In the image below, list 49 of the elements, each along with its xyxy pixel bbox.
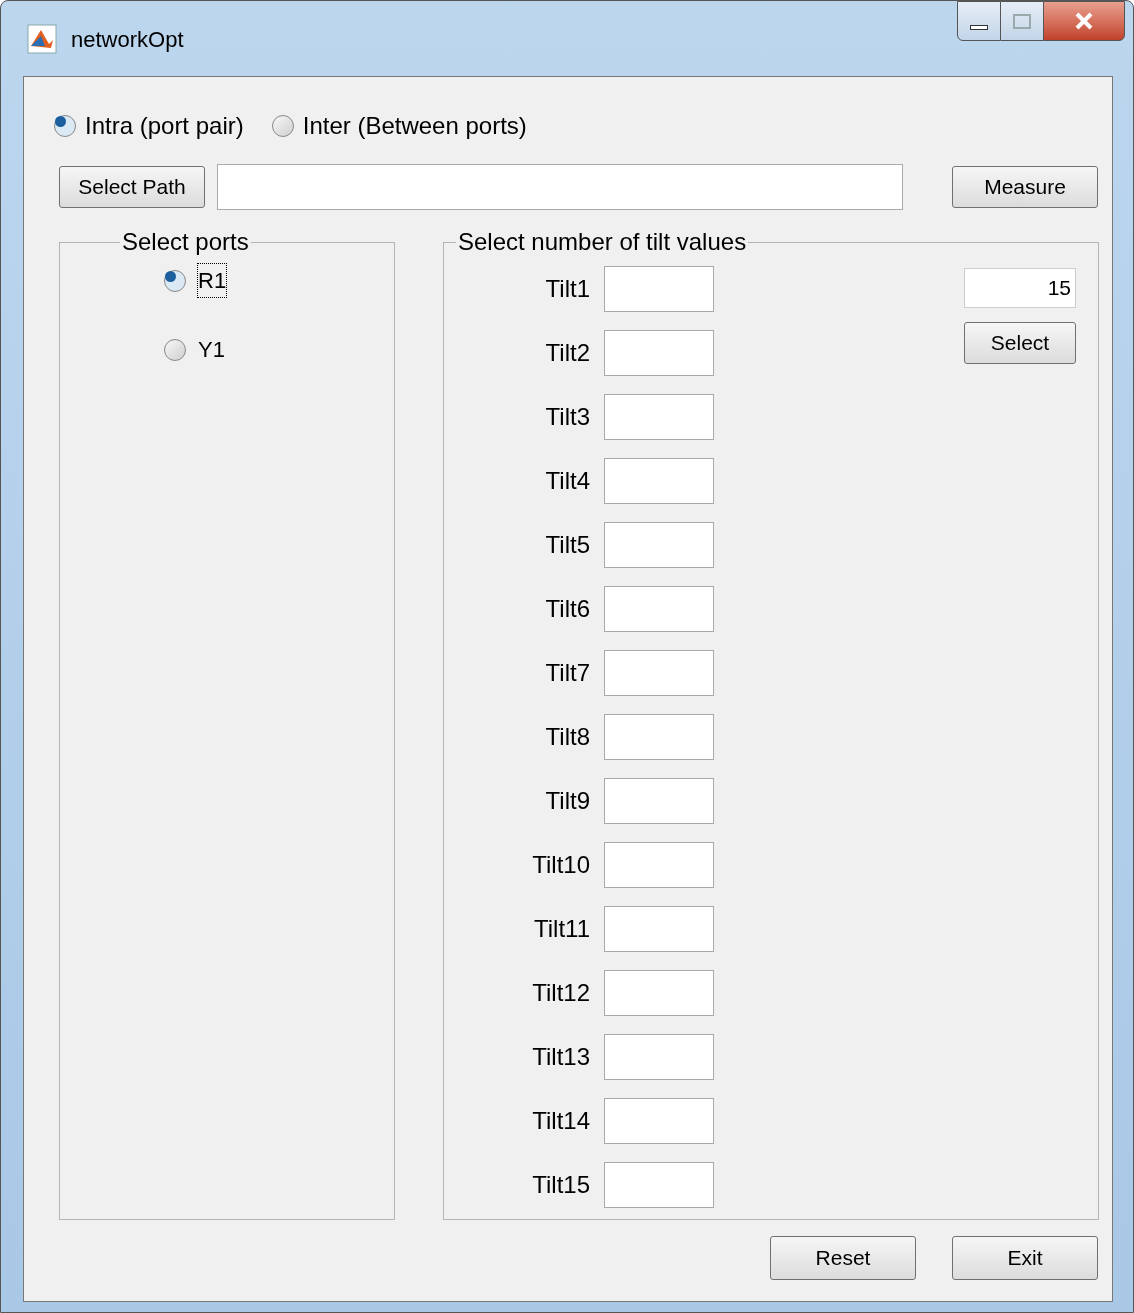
mode-radio[interactable]: Inter (Between ports) bbox=[271, 108, 527, 144]
tilt-field[interactable] bbox=[604, 778, 714, 824]
panel-title: Select number of tilt values bbox=[457, 230, 748, 254]
tilt-label: Tilt9 bbox=[544, 786, 591, 816]
tilt-label: Tilt4 bbox=[544, 466, 591, 496]
tilt-label: Tilt8 bbox=[544, 722, 591, 752]
tilt-field[interactable] bbox=[604, 586, 714, 632]
dialog-button[interactable]: Exit bbox=[952, 1236, 1098, 1280]
port-radio[interactable]: R1 bbox=[164, 264, 344, 297]
tilt-field[interactable] bbox=[604, 906, 714, 952]
tilt-label: Tilt15 bbox=[531, 1170, 591, 1200]
app-icon bbox=[27, 24, 57, 54]
tilt-field[interactable] bbox=[604, 458, 714, 504]
maximize-button[interactable] bbox=[1001, 1, 1043, 41]
tilt-field[interactable] bbox=[604, 266, 714, 312]
mode-radio[interactable]: Intra (port pair) bbox=[54, 108, 244, 144]
tilt-field[interactable] bbox=[604, 1034, 714, 1080]
path-field[interactable] bbox=[217, 164, 903, 210]
tilt-label: Tilt14 bbox=[531, 1106, 591, 1136]
port-radio[interactable]: Y1 bbox=[164, 333, 344, 366]
tilt-field[interactable] bbox=[604, 1098, 714, 1144]
select-button[interactable]: Select bbox=[964, 322, 1076, 364]
select-path-button[interactable]: Select Path bbox=[59, 166, 205, 208]
count-field[interactable]: 15 bbox=[964, 268, 1076, 308]
tilt-label: Tilt5 bbox=[544, 530, 591, 560]
tilt-label: Tilt12 bbox=[531, 978, 591, 1008]
tilt-label: Tilt1 bbox=[544, 274, 591, 304]
tilt-label: Tilt3 bbox=[544, 402, 591, 432]
tilt-label: Tilt13 bbox=[531, 1042, 591, 1072]
minimize-button[interactable] bbox=[957, 1, 1001, 41]
tilt-field[interactable] bbox=[604, 330, 714, 376]
tilt-label: Tilt6 bbox=[544, 594, 591, 624]
tilt-field[interactable] bbox=[604, 650, 714, 696]
tilt-field[interactable] bbox=[604, 1162, 714, 1208]
tilt-field[interactable] bbox=[604, 394, 714, 440]
tilt-field[interactable] bbox=[604, 970, 714, 1016]
tilt-field[interactable] bbox=[604, 714, 714, 760]
close-button[interactable] bbox=[1043, 1, 1125, 41]
tilt-label: Tilt10 bbox=[531, 850, 591, 880]
dialog-button[interactable]: Reset bbox=[770, 1236, 916, 1280]
close-icon bbox=[1074, 12, 1094, 30]
tilt-label: Tilt11 bbox=[533, 914, 591, 944]
measure-button[interactable]: Measure bbox=[952, 166, 1098, 208]
panel-title: Select ports bbox=[121, 230, 250, 254]
tilt-field[interactable] bbox=[604, 842, 714, 888]
tilt-label: Tilt7 bbox=[544, 658, 591, 688]
tilt-field[interactable] bbox=[604, 522, 714, 568]
window-title: networkOpt bbox=[71, 25, 184, 54]
tilt-label: Tilt2 bbox=[544, 338, 591, 368]
